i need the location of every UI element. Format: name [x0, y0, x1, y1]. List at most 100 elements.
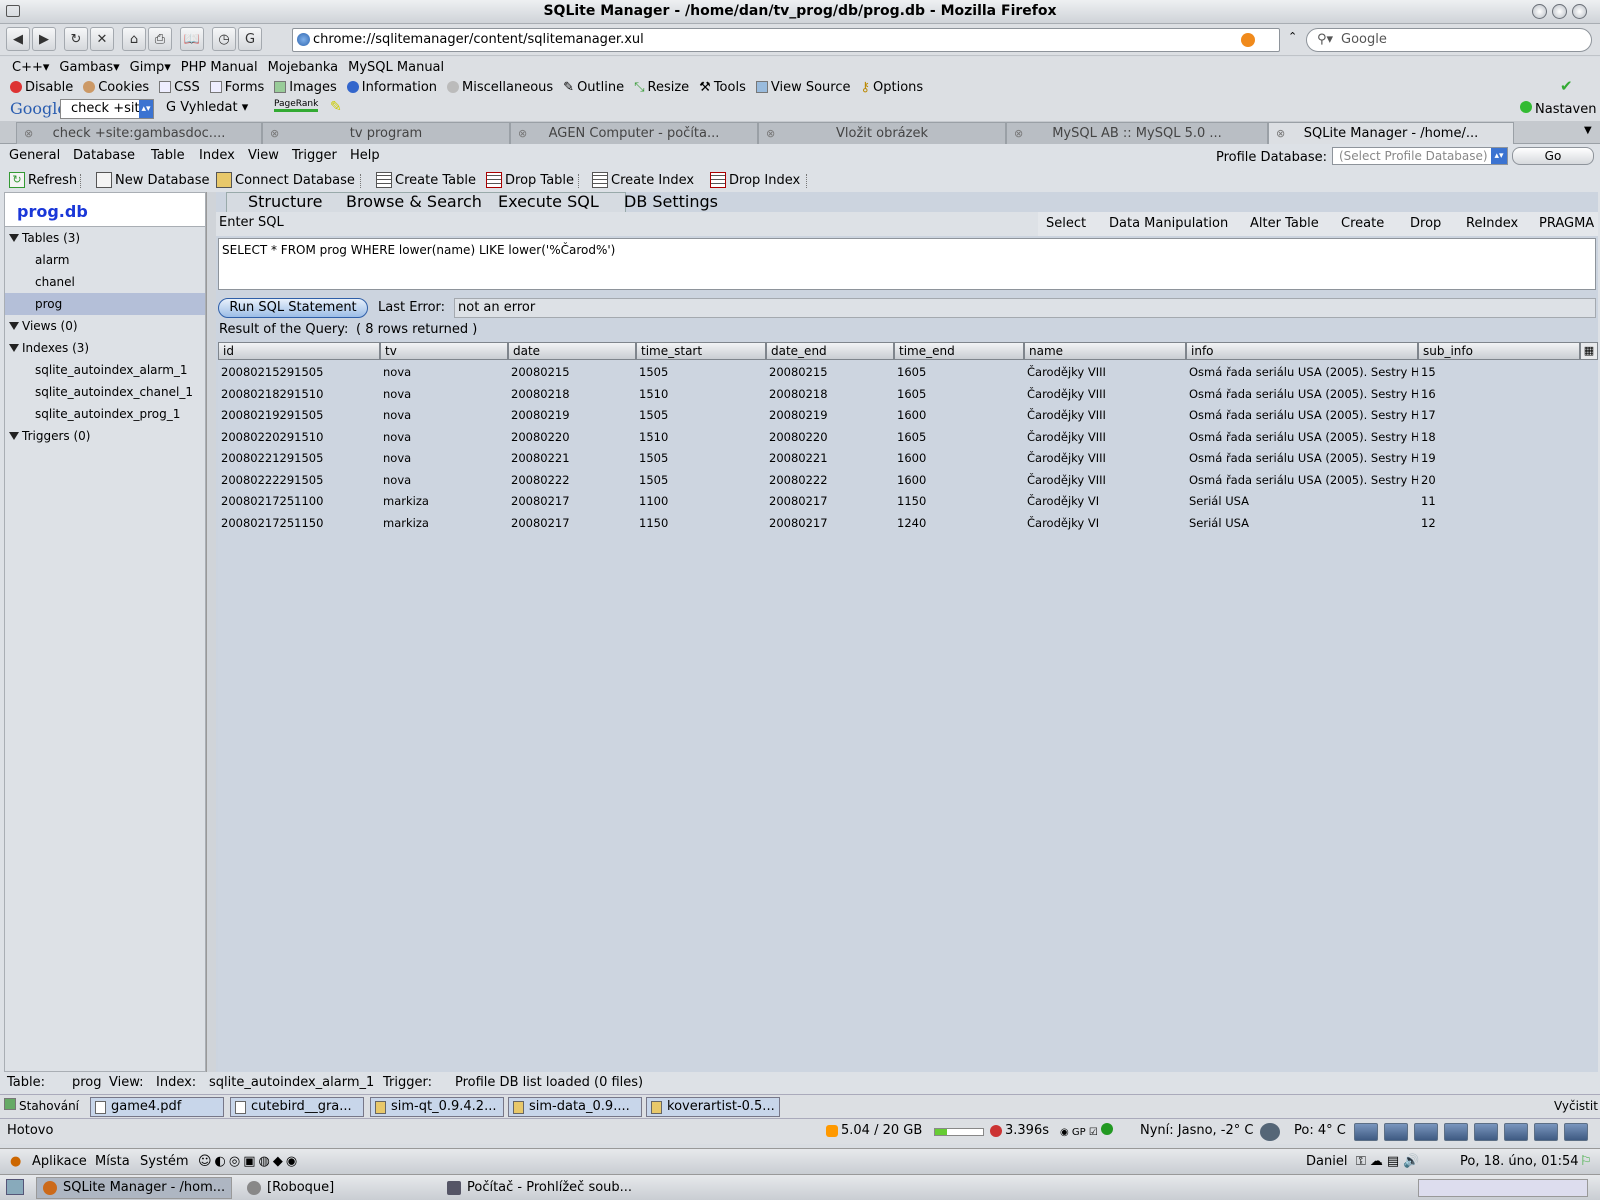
tree-group-views[interactable]: Views (0) [5, 315, 205, 337]
tree-table-chanel[interactable]: chanel [5, 271, 205, 293]
stop-button[interactable]: ✕ [90, 27, 114, 51]
menu-database[interactable]: Database [73, 148, 135, 163]
task-sqlite-manager[interactable]: SQLite Manager - /hom... [36, 1177, 232, 1199]
tab-db-settings[interactable]: DB Settings [624, 192, 718, 212]
reload-button[interactable]: ↻ [64, 27, 88, 51]
tree-index-alarm[interactable]: sqlite_autoindex_alarm_1 [5, 359, 205, 381]
wd-css[interactable]: CSS [159, 80, 200, 95]
connect-database-button[interactable]: Connect Database [216, 172, 355, 188]
print-button[interactable]: ⎙ [148, 27, 172, 51]
sql-cat-drop[interactable]: Drop [1410, 216, 1441, 231]
bookmark-mysql-manual[interactable]: MySQL Manual [348, 60, 444, 75]
column-header-name[interactable]: name [1024, 342, 1186, 360]
column-header-date[interactable]: date [508, 342, 636, 360]
tab-tv-program[interactable]: ⊗ tv program [262, 122, 510, 144]
show-desktop-icon[interactable] [6, 1179, 24, 1195]
bookmark-php-manual[interactable]: PHP Manual [181, 60, 258, 75]
bookmark-gambas[interactable]: Gambas ▾ [59, 60, 119, 75]
wd-information[interactable]: Information [346, 80, 437, 95]
sql-cat-pragma[interactable]: PRAGMA [1539, 216, 1594, 231]
google-query-input[interactable]: check +sit ▴▾ [60, 99, 154, 119]
wd-tools[interactable]: ⚒ Tools [699, 80, 746, 95]
menu-table[interactable]: Table [151, 148, 185, 163]
new-database-button[interactable]: New Database [96, 172, 210, 188]
feed-icon[interactable] [1241, 33, 1255, 47]
window-menu-icon[interactable] [6, 5, 20, 17]
tab-browse-search[interactable]: Browse & Search [346, 192, 482, 212]
task-file-browser[interactable]: Počítač - Prohlížeč soub... [440, 1177, 660, 1199]
menu-view[interactable]: View [248, 148, 279, 163]
download-item[interactable]: sim-qt_0.9.4.2... [370, 1097, 504, 1117]
run-icon[interactable]: ⚐ [1580, 1154, 1592, 1169]
wd-view-source[interactable]: View Source [755, 80, 851, 95]
table-row[interactable]: 20080217251100 markiza 20080217 1100 2008021… [218, 490, 1580, 512]
history-button[interactable]: ◷ [212, 27, 236, 51]
tree-table-alarm[interactable]: alarm [5, 249, 205, 271]
table-row[interactable]: 20080218291510 nova 20080218 1510 20080218 16… [218, 383, 1580, 405]
menu-general[interactable]: General [9, 148, 60, 163]
status-addon-icons[interactable]: ◉ GP ☑ [1060, 1123, 1116, 1138]
workspace-switcher[interactable] [1418, 1179, 1588, 1197]
tab-structure[interactable]: Structure [248, 192, 322, 212]
download-item[interactable]: koverartist-0.5... [646, 1097, 780, 1117]
download-item[interactable]: sim-data_0.9.... [508, 1097, 642, 1117]
wd-forms[interactable]: Forms [209, 80, 264, 95]
tree-group-tables[interactable]: Tables (3) [5, 227, 205, 249]
table-row[interactable]: 20080222291505 nova 20080222 1505 20080222 16… [218, 469, 1580, 491]
wd-cookies[interactable]: Cookies [83, 80, 149, 95]
tab-list-icon[interactable]: ▼ [1584, 125, 1592, 136]
sql-textarea[interactable]: SELECT * FROM prog WHERE lower(name) LIK… [218, 238, 1596, 290]
wd-outline[interactable]: ✎ Outline [563, 80, 624, 95]
download-item[interactable]: game4.pdf [90, 1097, 224, 1117]
gnome-foot-icon[interactable]: ● [10, 1154, 21, 1169]
create-index-button[interactable]: Create Index [592, 172, 694, 188]
tab-execute-sql[interactable]: Execute SQL [498, 192, 599, 212]
column-header-info[interactable]: info [1186, 342, 1418, 360]
table-row[interactable]: 20080221291505 nova 20080221 1505 20080221 16… [218, 447, 1580, 469]
back-button[interactable]: ◀ [6, 27, 30, 51]
forward-button[interactable]: ▶ [32, 27, 56, 51]
tray-icons[interactable]: ⚿☁▤🔊 [1356, 1154, 1423, 1169]
column-header-sub-info[interactable]: sub_info [1418, 342, 1580, 360]
menu-help[interactable]: Help [350, 148, 380, 163]
table-row[interactable]: 20080220291510 nova 20080220 1510 20080220 16… [218, 426, 1580, 448]
run-sql-button[interactable]: Run SQL Statement [218, 298, 368, 318]
table-row[interactable]: 20080215291505 nova 20080215 1505 20080215 16… [218, 361, 1580, 383]
wd-resize[interactable]: ⤡ Resize [634, 80, 689, 95]
tab-gambasdoc[interactable]: ⊗ check +site:gambasdoc.... [16, 122, 262, 144]
sql-cat-create[interactable]: Create [1341, 216, 1384, 231]
panel-splitter[interactable] [206, 192, 216, 1072]
google-settings[interactable]: Nastaven [1520, 101, 1596, 117]
wd-miscellaneous[interactable]: Miscellaneous [447, 80, 553, 95]
refresh-button[interactable]: ↻ Refresh [9, 172, 77, 188]
tree-index-chanel[interactable]: sqlite_autoindex_chanel_1 [5, 381, 205, 403]
create-table-button[interactable]: Create Table [376, 172, 476, 188]
bookmarks-sidebar-button[interactable]: 📖 [180, 27, 204, 51]
tree-group-triggers[interactable]: Triggers (0) [5, 425, 205, 447]
tree-table-prog[interactable]: prog [5, 293, 205, 315]
profile-database-select[interactable]: (Select Profile Database) ▴▾ [1332, 147, 1508, 165]
google-search-button[interactable]: G Vyhledat ▾ [166, 100, 248, 115]
minimize-icon[interactable] [1532, 4, 1547, 19]
sql-cat-data-manipulation[interactable]: Data Manipulation [1109, 216, 1228, 231]
tree-group-indexes[interactable]: Indexes (3) [5, 337, 205, 359]
menu-trigger[interactable]: Trigger [292, 148, 337, 163]
maximize-icon[interactable] [1552, 4, 1567, 19]
downloads-label[interactable]: Stahování [4, 1098, 79, 1113]
download-item[interactable]: cutebird__gra... [230, 1097, 364, 1117]
sql-cat-select[interactable]: Select [1046, 216, 1086, 231]
wd-options[interactable]: ⚷ Options [861, 80, 924, 95]
go-button[interactable]: Go [1512, 147, 1594, 165]
table-row[interactable]: 20080217251150 markiza 20080217 1150 2008021… [218, 512, 1580, 534]
column-header-id[interactable]: id [218, 342, 380, 360]
tab-sqlite-manager[interactable]: ⊗ SQLite Manager - /home/... [1268, 122, 1514, 144]
task-roboque[interactable]: [Roboque] [240, 1177, 440, 1199]
column-header-tv[interactable]: tv [380, 342, 508, 360]
column-picker-icon[interactable]: ▦ [1580, 342, 1598, 360]
close-icon[interactable] [1572, 4, 1587, 19]
sql-cat-reindex[interactable]: ReIndex [1466, 216, 1518, 231]
home-button[interactable]: ⌂ [122, 27, 146, 51]
downloads-clear-button[interactable]: Vyčistit [1554, 1099, 1598, 1113]
column-header-time-end[interactable]: time_end [894, 342, 1024, 360]
clock[interactable]: Po, 18. úno, 01:54 [1460, 1154, 1579, 1169]
